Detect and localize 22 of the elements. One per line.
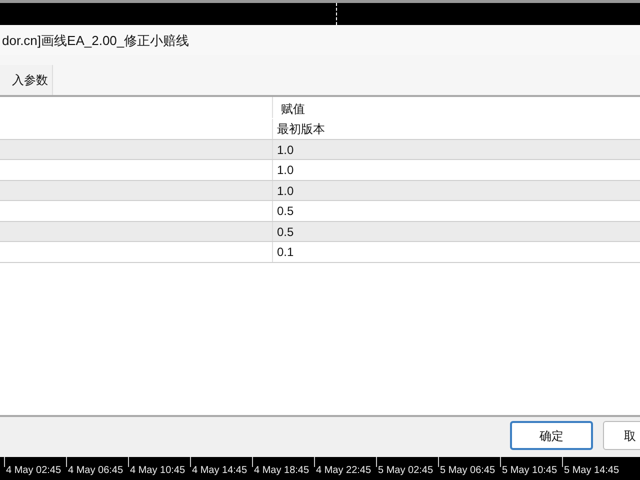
time-label: 4 May 14:45 xyxy=(192,465,248,476)
time-label: 5 May 06:45 xyxy=(440,465,496,476)
time-label: 4 May 18:45 xyxy=(254,465,310,476)
time-label: 5 May 10:45 xyxy=(502,465,558,476)
dialog-button[interactable]: 取 xyxy=(603,421,640,450)
table-cell-text: 0.5 xyxy=(276,203,294,220)
time-label: 5 May 14:45 xyxy=(564,465,620,476)
table-cell-text: 0.1 xyxy=(276,244,294,261)
dialog-button[interactable]: 确定 xyxy=(510,421,593,450)
table-cell-text: 1.0 xyxy=(276,162,294,179)
time-label: 4 May 06:45 xyxy=(68,465,124,476)
table-cell-text: 0.5 xyxy=(276,224,294,240)
tab[interactable]: 入参数 xyxy=(0,65,53,95)
time-label: 4 May 22:45 xyxy=(316,465,372,476)
dialog-title: dor.cn]画线EA_2.00_修正小赔线 xyxy=(0,25,640,55)
table-cell-text: 最初版本 xyxy=(276,121,325,138)
time-label: 4 May 02:45 xyxy=(6,465,62,476)
time-label: 5 May 02:45 xyxy=(378,465,434,476)
time-label: 4 May 10:45 xyxy=(130,465,186,476)
column-header[interactable]: 赋值 xyxy=(273,97,305,118)
table-cell-text: 1.0 xyxy=(276,182,294,200)
table-cell-text: 1.0 xyxy=(276,142,294,158)
